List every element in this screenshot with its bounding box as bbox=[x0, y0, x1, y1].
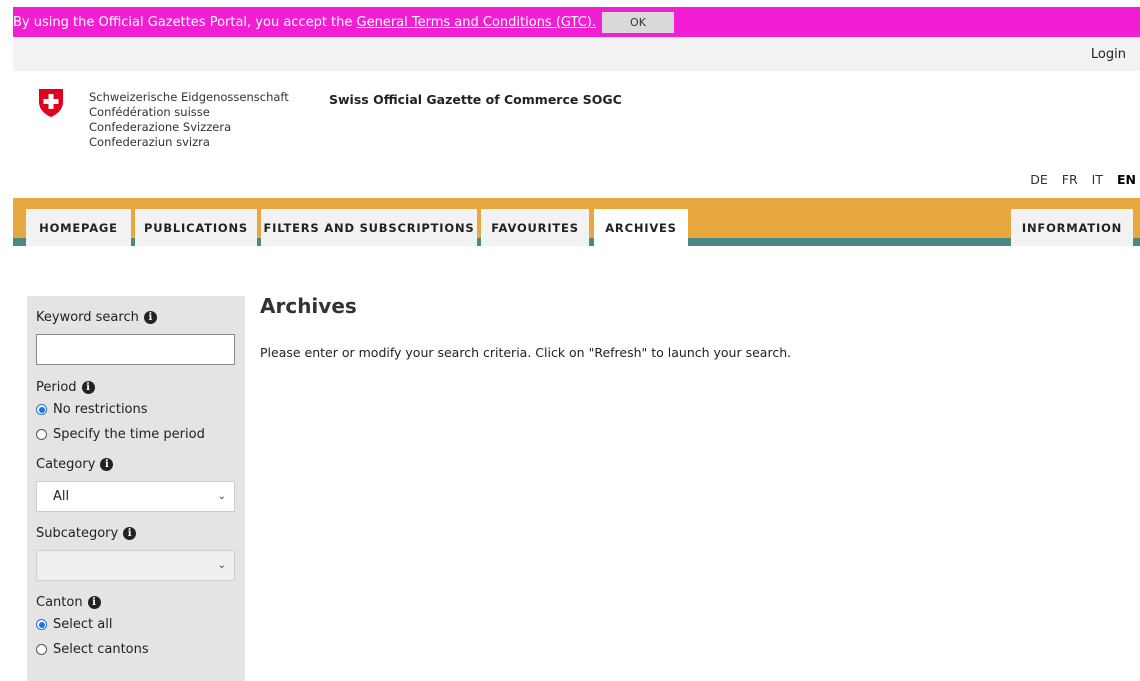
tab-favourites[interactable]: FAVOURITES bbox=[481, 209, 589, 246]
lang-fr[interactable]: FR bbox=[1062, 172, 1078, 187]
subcategory-label: Subcategory i bbox=[36, 526, 236, 541]
confederation-line-it: Confederazione Svizzera bbox=[89, 120, 232, 134]
tab-homepage[interactable]: HOMEPAGE bbox=[26, 209, 131, 246]
category-select[interactable]: All ⌄ bbox=[36, 481, 235, 512]
gtc-link[interactable]: General Terms and Conditions (GTC). bbox=[357, 15, 596, 30]
radio-unchecked-icon[interactable] bbox=[36, 429, 47, 440]
period-option-no-restrictions[interactable]: No restrictions bbox=[36, 397, 236, 422]
category-label: Category i bbox=[36, 457, 236, 472]
category-select-value: All bbox=[53, 489, 70, 504]
period-option-label: No restrictions bbox=[53, 402, 148, 417]
subcategory-select[interactable]: ⌄ bbox=[36, 550, 235, 581]
category-label-text: Category bbox=[36, 457, 96, 472]
canton-option-select-cantons[interactable]: Select cantons bbox=[36, 637, 236, 662]
info-icon[interactable]: i bbox=[87, 596, 101, 609]
info-icon[interactable]: i bbox=[123, 527, 137, 540]
canton-option-select-all[interactable]: Select all bbox=[36, 612, 236, 637]
keyword-search-label-text: Keyword search bbox=[36, 310, 139, 325]
language-switcher: DE FR IT EN bbox=[1030, 172, 1136, 187]
chevron-down-icon: ⌄ bbox=[217, 560, 226, 571]
period-option-specify[interactable]: Specify the time period bbox=[36, 422, 236, 447]
info-icon[interactable]: i bbox=[81, 381, 95, 394]
tab-archives[interactable]: ARCHIVES bbox=[594, 209, 688, 246]
radio-checked-icon[interactable] bbox=[36, 404, 47, 415]
radio-unchecked-icon[interactable] bbox=[36, 644, 47, 655]
keyword-search-label: Keyword search i bbox=[36, 310, 236, 325]
period-label: Period i bbox=[36, 380, 236, 395]
canton-label: Canton i bbox=[36, 595, 236, 610]
subcategory-label-text: Subcategory bbox=[36, 526, 119, 541]
top-bar: Login bbox=[13, 37, 1140, 71]
search-hint-text: Please enter or modify your search crite… bbox=[260, 345, 792, 360]
accept-gtc-button[interactable]: OK bbox=[601, 11, 674, 33]
info-icon[interactable]: i bbox=[143, 311, 157, 324]
tab-information[interactable]: INFORMATION bbox=[1011, 209, 1133, 246]
radio-checked-icon[interactable] bbox=[36, 619, 47, 630]
chevron-down-icon: ⌄ bbox=[217, 491, 226, 502]
lang-de[interactable]: DE bbox=[1030, 172, 1048, 187]
canton-option-label: Select cantons bbox=[53, 642, 149, 657]
swiss-shield-logo[interactable] bbox=[38, 88, 64, 118]
confederation-line-rm: Confederaziun svizra bbox=[89, 135, 210, 149]
lang-it[interactable]: IT bbox=[1092, 172, 1103, 187]
canton-label-text: Canton bbox=[36, 595, 83, 610]
keyword-search-input[interactable] bbox=[36, 334, 235, 365]
gtc-banner-text: By using the Official Gazettes Portal, y… bbox=[13, 14, 357, 30]
confederation-line-de: Schweizerische Eidgenossenschaft bbox=[89, 90, 289, 104]
login-link[interactable]: Login bbox=[1091, 47, 1126, 62]
period-label-text: Period bbox=[36, 380, 77, 395]
lang-en[interactable]: EN bbox=[1117, 172, 1136, 187]
period-option-label: Specify the time period bbox=[53, 427, 205, 442]
tab-publications[interactable]: PUBLICATIONS bbox=[135, 209, 257, 246]
gtc-banner: By using the Official Gazettes Portal, y… bbox=[13, 7, 1140, 37]
site-title: Swiss Official Gazette of Commerce SOGC bbox=[329, 92, 622, 107]
page-title: Archives bbox=[260, 294, 357, 318]
confederation-names: Schweizerische Eidgenossenschaft Confédé… bbox=[89, 90, 289, 150]
tab-filters-subscriptions[interactable]: FILTERS AND SUBSCRIPTIONS bbox=[261, 209, 477, 246]
confederation-line-fr: Confédération suisse bbox=[89, 105, 210, 119]
info-icon[interactable]: i bbox=[100, 458, 114, 471]
search-sidebar: Keyword search i Period i No restriction… bbox=[27, 296, 245, 681]
main-nav: HOMEPAGE PUBLICATIONS FILTERS AND SUBSCR… bbox=[13, 198, 1140, 246]
canton-option-label: Select all bbox=[53, 617, 113, 632]
